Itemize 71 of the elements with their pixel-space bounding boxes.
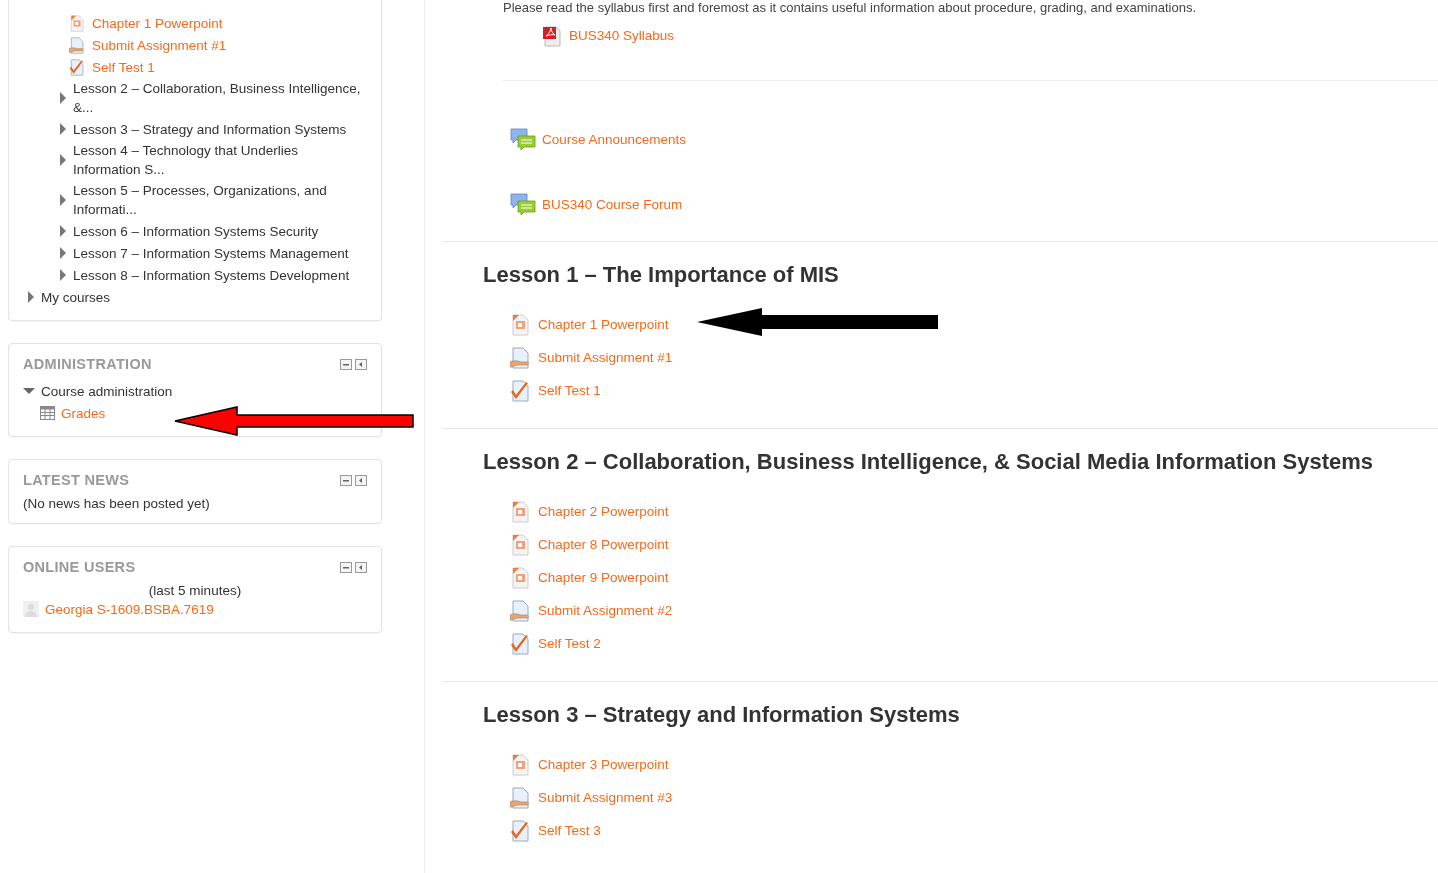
document-hand-icon [69, 36, 86, 54]
nav-item[interactable]: Lesson 8 – Information Systems Development [73, 264, 367, 286]
lesson-heading: Lesson 1 – The Importance of MIS [483, 262, 840, 288]
forum-link[interactable]: BUS340 Course Forum [542, 197, 683, 212]
resource-link[interactable]: Chapter 1 Powerpoint [92, 15, 223, 31]
lesson-heading: Lesson 2 – Collaboration, Business Intelligence, & Social Media Information Systems [483, 449, 1374, 475]
expand-triangle-icon[interactable] [59, 269, 67, 281]
slides-icon [510, 753, 532, 776]
time-period: (last 5 minutes) [147, 583, 243, 598]
checklist-icon [510, 632, 532, 655]
slides-icon [510, 313, 532, 336]
slides-icon [510, 533, 532, 556]
resource-link[interactable]: Submit Assignment #1 [92, 37, 227, 53]
grades-link[interactable]: Grades [61, 405, 106, 421]
lesson-heading: Lesson 3 – Strategy and Information Systems [483, 702, 961, 728]
resource-link[interactable]: Self Test 2 [538, 636, 601, 651]
minimize-icon[interactable] [340, 474, 352, 486]
nav-item[interactable]: Course administration [41, 380, 367, 402]
collapse-triangle-icon[interactable] [23, 386, 35, 396]
resource-link[interactable]: Submit Assignment #2 [538, 603, 673, 618]
resource-link[interactable]: Chapter 8 Powerpoint [538, 537, 669, 552]
intro-text: Please read the syllabus first and foremost as it contains useful information about procedure, grading, and examinations. [503, 0, 1197, 15]
resource-link[interactable]: Submit Assignment #3 [538, 790, 673, 805]
block-title: ONLINE USERS [23, 559, 136, 575]
expand-triangle-icon[interactable] [59, 225, 67, 237]
slides-icon [510, 500, 532, 523]
table-icon [40, 406, 55, 420]
chat-bubbles-icon [510, 127, 536, 152]
expand-triangle-icon[interactable] [59, 92, 67, 104]
minimize-icon[interactable] [340, 358, 352, 370]
resource-link[interactable]: Self Test 3 [538, 823, 601, 838]
dock-icon[interactable] [355, 474, 367, 486]
dock-icon[interactable] [355, 561, 367, 573]
expand-triangle-icon[interactable] [59, 247, 67, 259]
slides-icon [69, 14, 86, 32]
minimize-icon[interactable] [340, 561, 352, 573]
checklist-icon [69, 58, 86, 76]
resource-link[interactable]: Chapter 9 Powerpoint [538, 570, 669, 585]
block-title: LATEST NEWS [23, 472, 130, 488]
document-hand-icon [510, 346, 532, 369]
user-avatar-icon [23, 601, 39, 617]
document-hand-icon [510, 599, 532, 622]
chat-bubbles-icon [510, 192, 536, 217]
resource-link[interactable]: Chapter 2 Powerpoint [538, 504, 669, 519]
forum-link[interactable]: Course Announcements [542, 132, 687, 147]
nav-item[interactable]: Lesson 6 – Information Systems Security [73, 220, 367, 242]
resource-link[interactable]: Self Test 1 [92, 59, 155, 75]
resource-link[interactable]: Chapter 1 Powerpoint [538, 317, 669, 332]
resource-link[interactable]: BUS340 Syllabus [569, 28, 675, 43]
checklist-icon [510, 819, 532, 842]
news-message: (No news has been posted yet) [23, 496, 211, 511]
nav-item[interactable]: Lesson 4 – Technology that Underlies Information S... [73, 140, 367, 180]
slides-icon [510, 566, 532, 589]
nav-item[interactable]: My courses [41, 286, 367, 308]
dock-icon[interactable] [355, 358, 367, 370]
document-hand-icon [510, 786, 532, 809]
resource-link[interactable]: Chapter 3 Powerpoint [538, 757, 669, 772]
expand-triangle-icon[interactable] [59, 123, 67, 135]
expand-triangle-icon[interactable] [59, 194, 67, 206]
nav-item[interactable]: Lesson 2 – Collaboration, Business Intelligence, &... [73, 78, 367, 118]
nav-item[interactable]: Lesson 5 – Processes, Organizations, and Informati... [73, 180, 367, 220]
nav-item[interactable]: Lesson 3 – Strategy and Information Systems [73, 118, 367, 140]
pdf-icon [541, 24, 563, 47]
nav-item[interactable]: Lesson 7 – Information Systems Management [73, 242, 367, 264]
resource-link[interactable]: Self Test 1 [538, 383, 601, 398]
resource-link[interactable]: Submit Assignment #1 [538, 350, 673, 365]
checklist-icon [510, 379, 532, 402]
block-title: ADMINISTRATION [23, 356, 152, 372]
expand-triangle-icon[interactable] [27, 291, 35, 303]
expand-triangle-icon[interactable] [59, 154, 67, 166]
user-link[interactable]: Georgia S-1609.BSBA.7619 [45, 601, 214, 617]
